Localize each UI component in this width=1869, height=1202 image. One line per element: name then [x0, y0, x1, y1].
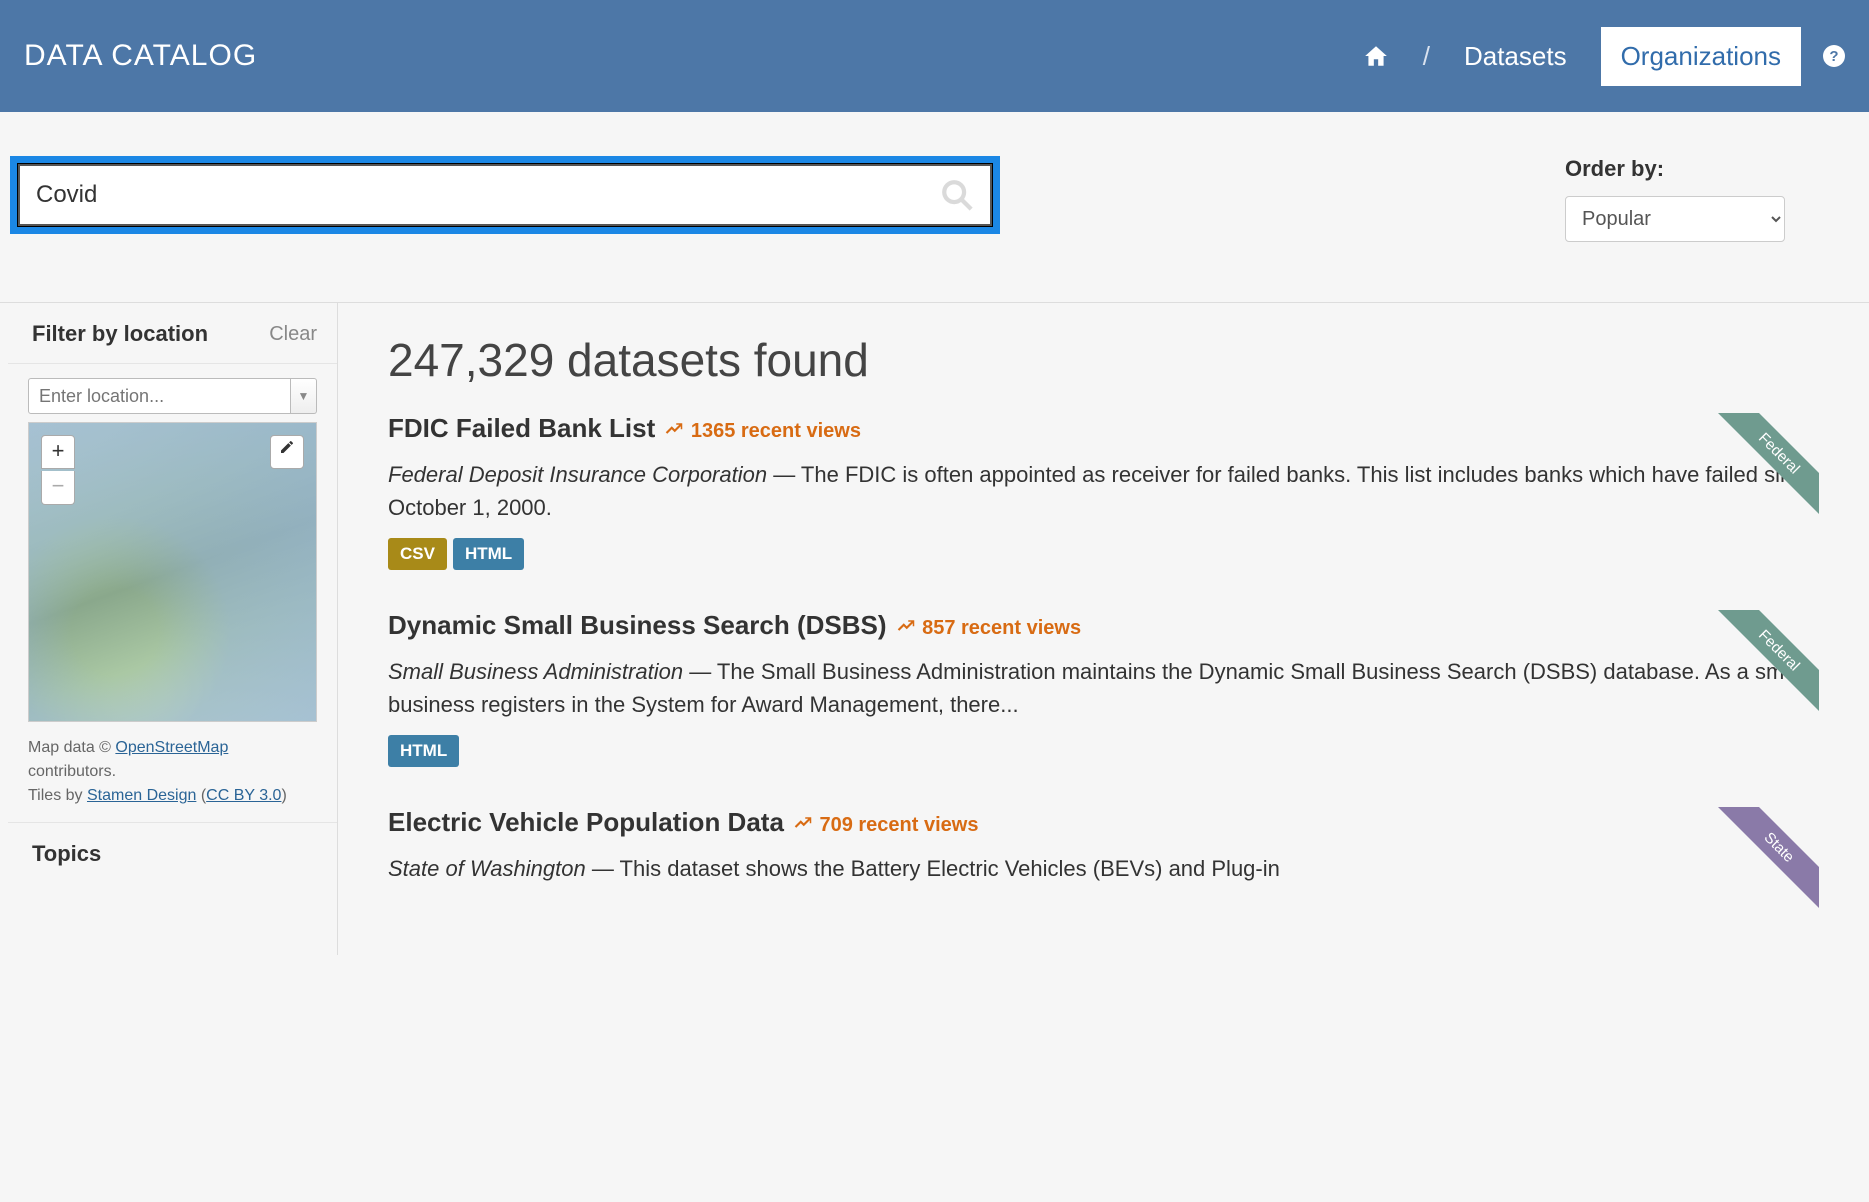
results-count: 247,329 datasets found	[388, 333, 1819, 387]
draw-shape-button[interactable]	[270, 435, 304, 469]
search-icon[interactable]	[940, 178, 974, 212]
zoom-in-button[interactable]: +	[41, 435, 75, 469]
clear-location-button[interactable]: Clear	[269, 323, 317, 346]
dataset-org: Federal Deposit Insurance Corporation	[388, 462, 767, 487]
search-bar-row: Order by: Popular	[0, 112, 1869, 302]
format-badges: HTML	[388, 735, 1819, 767]
level-ribbon-label: Federal	[1712, 413, 1819, 520]
top-nav: / Datasets Organizations ?	[1343, 27, 1845, 86]
filter-location-head: Filter by location Clear	[8, 303, 337, 364]
dataset-description: Small Business Administration — The Smal…	[388, 655, 1819, 721]
recent-views: 1365 recent views	[665, 420, 861, 442]
results-main: 247,329 datasets found FDIC Failed Bank …	[338, 303, 1869, 955]
osm-link[interactable]: OpenStreetMap	[115, 739, 228, 756]
stamen-link[interactable]: Stamen Design	[87, 787, 196, 804]
dataset-item: Electric Vehicle Population Data 709 rec…	[388, 807, 1819, 885]
breadcrumb-separator: /	[1423, 41, 1430, 72]
dataset-title[interactable]: Dynamic Small Business Search (DSBS)	[388, 610, 887, 640]
location-input-wrap: ▼	[28, 378, 317, 414]
search-wrap	[10, 156, 1000, 234]
chart-line-icon	[897, 618, 915, 636]
sidebar: Filter by location Clear ▼ + − Map data …	[0, 303, 338, 955]
topics-title: Topics	[8, 822, 337, 885]
order-by-wrap: Order by: Popular	[1565, 156, 1845, 242]
dataset-title[interactable]: Electric Vehicle Population Data	[388, 807, 784, 837]
content-area: Filter by location Clear ▼ + − Map data …	[0, 302, 1869, 955]
site-title: DATA CATALOG	[24, 39, 257, 73]
chart-line-icon	[665, 421, 683, 439]
level-ribbon: State	[1709, 807, 1819, 917]
level-ribbon-label: State	[1712, 807, 1819, 914]
format-badges: CSVHTML	[388, 538, 1819, 570]
location-map[interactable]: + −	[28, 422, 317, 722]
search-input[interactable]	[36, 181, 940, 209]
format-badge-html[interactable]: HTML	[388, 735, 459, 767]
nav-organizations[interactable]: Organizations	[1601, 27, 1801, 86]
recent-views: 857 recent views	[897, 617, 1082, 639]
dataset-description: State of Washington — This dataset shows…	[388, 852, 1819, 885]
filter-location-title: Filter by location	[32, 321, 208, 347]
home-icon[interactable]	[1343, 29, 1409, 83]
map-attribution: Map data © OpenStreetMap contributors. T…	[8, 728, 337, 822]
help-icon[interactable]: ?	[1823, 45, 1845, 67]
location-input[interactable]	[28, 378, 291, 414]
top-header: DATA CATALOG / Datasets Organizations ?	[0, 0, 1869, 112]
cc-by-link[interactable]: CC BY 3.0	[206, 787, 281, 804]
dataset-description: Federal Deposit Insurance Corporation — …	[388, 458, 1819, 524]
pencil-icon	[279, 439, 295, 455]
order-by-select[interactable]: Popular	[1565, 196, 1785, 242]
dataset-org: Small Business Administration	[388, 659, 683, 684]
location-dropdown-toggle[interactable]: ▼	[291, 378, 317, 414]
dataset-item: FDIC Failed Bank List 1365 recent views F…	[388, 413, 1819, 570]
level-ribbon: Federal	[1709, 413, 1819, 523]
recent-views: 709 recent views	[794, 814, 979, 836]
format-badge-csv[interactable]: CSV	[388, 538, 447, 570]
dataset-org: State of Washington	[388, 856, 586, 881]
nav-datasets[interactable]: Datasets	[1444, 27, 1587, 86]
order-by-label: Order by:	[1565, 156, 1785, 182]
search-inner	[18, 164, 992, 226]
level-ribbon-label: Federal	[1712, 610, 1819, 717]
dataset-title[interactable]: FDIC Failed Bank List	[388, 413, 655, 443]
zoom-out-button[interactable]: −	[41, 471, 75, 505]
format-badge-html[interactable]: HTML	[453, 538, 524, 570]
chart-line-icon	[794, 815, 812, 833]
dataset-item: Dynamic Small Business Search (DSBS) 857…	[388, 610, 1819, 767]
level-ribbon: Federal	[1709, 610, 1819, 720]
